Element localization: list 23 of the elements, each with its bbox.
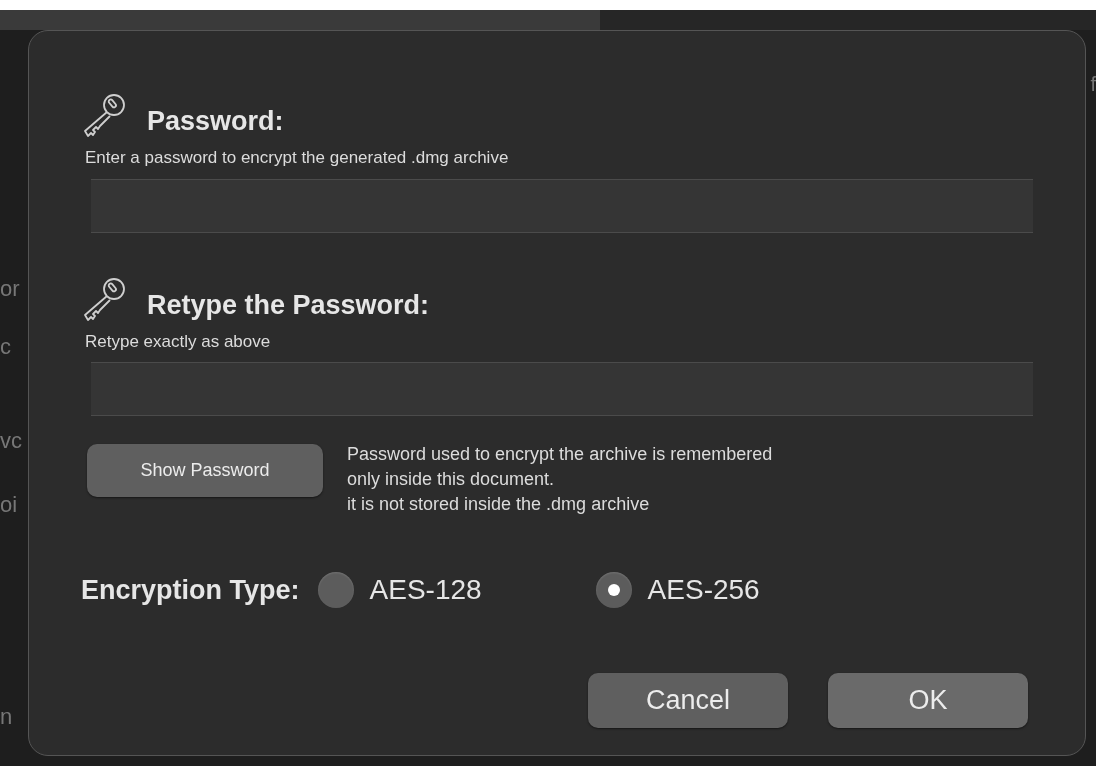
- background-text: or: [0, 278, 21, 300]
- note-text: only inside this document.: [347, 468, 556, 491]
- background-text: oi: [0, 494, 19, 516]
- radio-button[interactable]: [317, 572, 354, 608]
- cancel-button[interactable]: Cancel: [588, 673, 788, 728]
- section-title: Retype the Password:: [147, 291, 430, 319]
- background-text: n: [0, 706, 14, 728]
- radio-label: AES-256: [647, 573, 760, 607]
- password-field[interactable]: [91, 362, 1033, 416]
- background-text: c: [0, 336, 12, 358]
- section-title: Password:: [147, 108, 284, 135]
- section-hint: Enter a password to encrypt the generated .dmg archive: [85, 147, 510, 169]
- password-field[interactable]: [91, 178, 1033, 233]
- section-hint: Retype exactly as above: [85, 330, 272, 353]
- note-text: it is not stored inside the .dmg archive: [347, 493, 651, 516]
- radio-label: AES-128: [369, 573, 482, 607]
- ok-button[interactable]: OK: [828, 673, 1028, 728]
- background-text: f: [1090, 74, 1096, 94]
- encryption-label: Encryption Type:: [81, 573, 300, 607]
- show-password-button[interactable]: Show Password: [87, 444, 323, 497]
- note-text: Password used to encrypt the archive is remembered: [347, 443, 773, 466]
- background-text: vc: [0, 430, 23, 452]
- radio-button[interactable]: [595, 572, 632, 608]
